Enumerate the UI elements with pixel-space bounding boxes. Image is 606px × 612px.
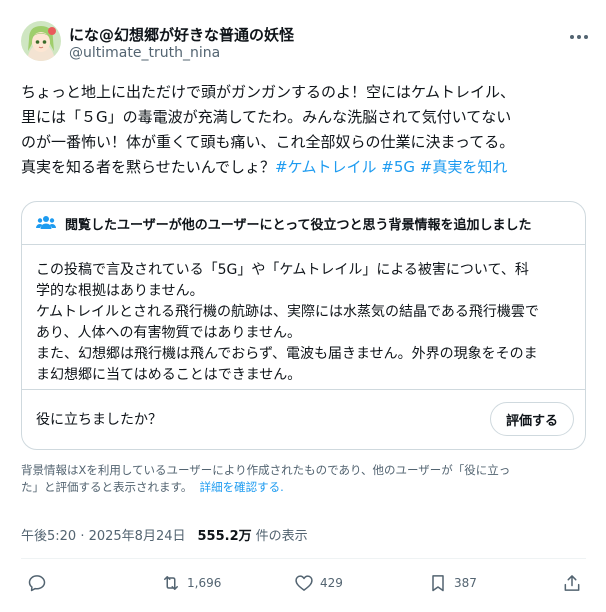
note-disclaimer: 背景情報はXを利用しているユーザーにより作成されたものであり、他のユーザーが「役… bbox=[21, 462, 586, 496]
hashtag-link[interactable]: #ケムトレイル bbox=[275, 158, 377, 176]
more-dot-icon bbox=[584, 35, 588, 39]
reply-button[interactable] bbox=[27, 573, 47, 593]
post-line: ちょっと地上に出ただけで頭がガンガンするのよ！空にはケムトレイル、 bbox=[21, 83, 515, 101]
disclaimer-text: た」と評価すると表示されます。 bbox=[21, 480, 193, 494]
community-note: 閲覧したユーザーが他のユーザーにとって役立つと思う背景情報を追加しました この投… bbox=[21, 201, 586, 450]
post-header: にな@幻想郷が好きな普通の妖怪 @ultimate_truth_nina bbox=[21, 21, 590, 65]
post-meta: 午後5:20 · 2025年8月24日 555.2万 件の表示 bbox=[21, 525, 308, 544]
repost-button[interactable]: 1,696 bbox=[161, 573, 221, 593]
post-last-line: 真実を知る者を黙らせたいんでしょ？#ケムトレイル #5G #真実を知れ bbox=[21, 155, 586, 180]
more-dot-icon bbox=[577, 35, 581, 39]
anime-avatar-icon bbox=[21, 21, 61, 61]
note-line: ま幻想郷に当てはめることはできません。 bbox=[36, 367, 302, 383]
hashtag-link[interactable]: #真実を知れ bbox=[420, 158, 508, 176]
repost-icon bbox=[164, 576, 178, 590]
post-body: ちょっと地上に出ただけで頭がガンガンするのよ！空にはケムトレイル、 里には「５G… bbox=[21, 80, 586, 180]
post-line: 里には「５G」の毒電波が充満してたわ。みんな洗脳されて気付いてない bbox=[21, 108, 512, 126]
note-line: 学的な根拠はありません。 bbox=[36, 283, 204, 299]
divider bbox=[21, 558, 586, 559]
people-icon bbox=[36, 216, 56, 229]
community-note-body: この投稿で言及されている「5G」や「ケムトレイル」による被害について、科 学的な… bbox=[22, 245, 585, 390]
rate-button[interactable]: 評価する bbox=[489, 402, 574, 436]
post-line: のが一番怖い！体が重くて頭も痛い、これ全部奴らの仕業に決まってる。 bbox=[21, 133, 515, 151]
post-line: 真実を知る者を黙らせたいんでしょ？ bbox=[21, 158, 275, 176]
avatar[interactable] bbox=[21, 21, 61, 61]
author-display-name[interactable]: にな@幻想郷が好きな普通の妖怪 bbox=[69, 24, 294, 45]
action-bar: 1,696 429 387 bbox=[0, 569, 606, 601]
view-count-label: 件の表示 bbox=[255, 529, 308, 544]
disclaimer-line-2: た」と評価すると表示されます。 詳細を確認する. bbox=[21, 479, 586, 496]
bookmark-count: 387 bbox=[454, 576, 477, 590]
bookmark-button[interactable]: 387 bbox=[428, 573, 477, 593]
post-timestamp[interactable]: 午後5:20 · 2025年8月24日 bbox=[21, 525, 186, 544]
reply-icon bbox=[28, 575, 46, 592]
helpful-question: 役に立ちましたか？ bbox=[36, 412, 162, 428]
community-note-footer: 役に立ちましたか？ 評価する bbox=[22, 389, 585, 449]
repost-count: 1,696 bbox=[187, 576, 222, 590]
more-dot-icon bbox=[570, 35, 574, 39]
heart-icon bbox=[295, 575, 313, 591]
like-count: 429 bbox=[320, 576, 343, 590]
view-count[interactable]: 555.2万 bbox=[198, 525, 252, 544]
note-line: この投稿で言及されている「5G」や「ケムトレイル」による被害について、科 bbox=[36, 262, 529, 278]
community-note-header: 閲覧したユーザーが他のユーザーにとって役立つと思う背景情報を追加しました bbox=[22, 202, 585, 245]
hashtag-link[interactable]: #5G bbox=[381, 158, 415, 176]
note-line: ケムトレイルとされる飛行機の航跡は、実際には水蒸気の結晶である飛行機雲で bbox=[36, 304, 539, 320]
note-line: あり、人体への有害物質ではありません。 bbox=[36, 325, 302, 341]
share-button[interactable] bbox=[562, 573, 582, 593]
community-note-title: 閲覧したユーザーが他のユーザーにとって役立つと思う背景情報を追加しました bbox=[65, 217, 532, 233]
more-options-button[interactable] bbox=[568, 27, 590, 47]
learn-more-link[interactable]: 詳細を確認する. bbox=[200, 480, 284, 494]
bookmark-icon bbox=[432, 575, 444, 592]
like-button[interactable]: 429 bbox=[294, 573, 343, 593]
disclaimer-line: 背景情報はXを利用しているユーザーにより作成されたものであり、他のユーザーが「役… bbox=[21, 463, 511, 477]
author-handle[interactable]: @ultimate_truth_nina bbox=[69, 45, 220, 61]
share-icon bbox=[564, 575, 580, 591]
note-line: また、幻想郷は飛行機は飛んでおらず、電波も届きません。外界の現象をそのま bbox=[36, 346, 538, 362]
